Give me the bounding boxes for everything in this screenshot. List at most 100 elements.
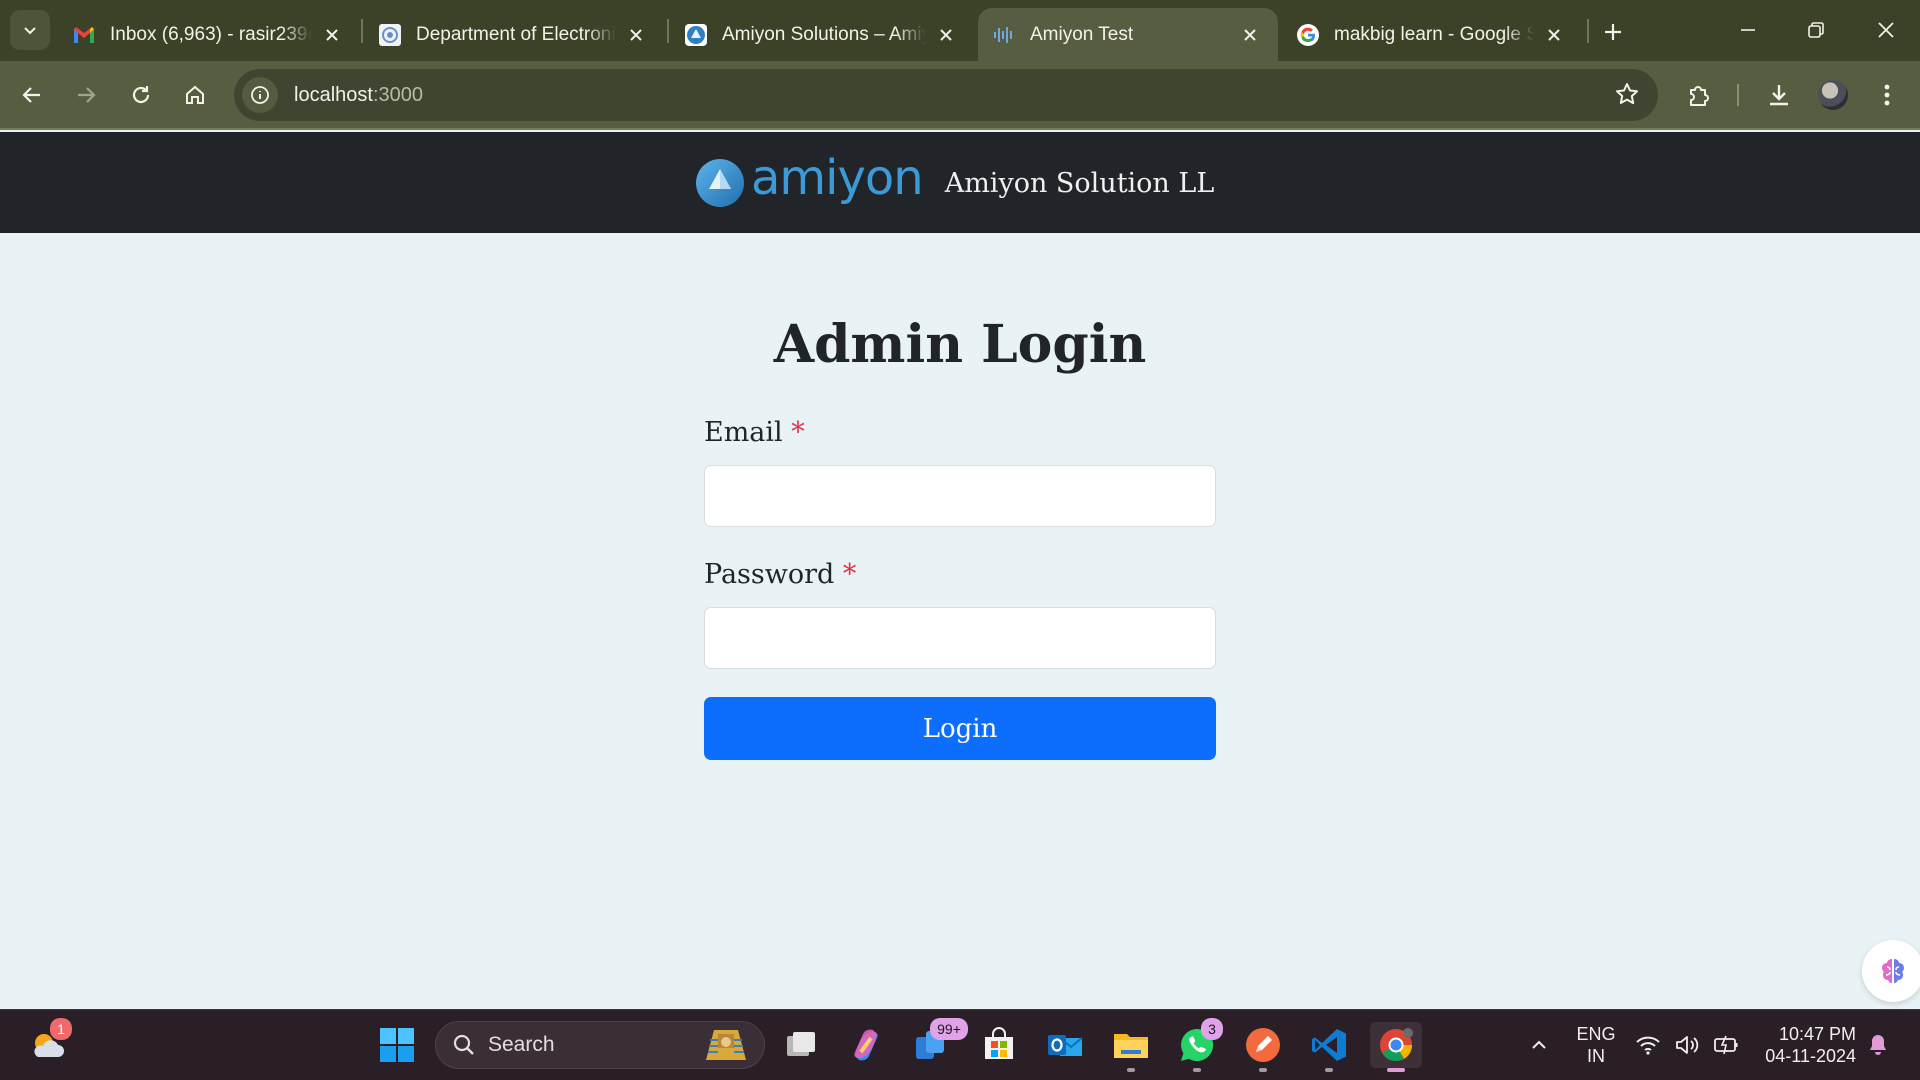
tab-title: Amiyon Solutions – Amiy bbox=[722, 23, 926, 45]
site-header: amiyon Amiyon Solution LL bbox=[0, 132, 1920, 233]
url-host: localhost bbox=[294, 83, 373, 106]
store-app-button[interactable]: 99+ bbox=[908, 1018, 968, 1068]
close-tab-icon[interactable] bbox=[320, 23, 344, 47]
restore-button[interactable] bbox=[1788, 8, 1844, 52]
url-port: :3000 bbox=[372, 83, 423, 106]
weather-widget[interactable]: 1 bbox=[25, 1018, 72, 1068]
minimize-button[interactable] bbox=[1720, 8, 1776, 52]
minimize-icon bbox=[1741, 29, 1755, 31]
outlook-button[interactable] bbox=[1042, 1022, 1088, 1068]
taskbar: 1 Search 99+ 3 ENG IN 10:47 PM 04-11-202… bbox=[0, 1009, 1920, 1080]
amiyon-logo-icon bbox=[696, 159, 744, 207]
browser-tabstrip: Inbox (6,963) - rasir239@ Department of … bbox=[0, 0, 1920, 61]
arrow-left-icon bbox=[22, 87, 40, 103]
floating-assistant-button[interactable] bbox=[1862, 940, 1920, 1002]
tab-google-search[interactable]: makbig learn - Google Se bbox=[1282, 8, 1582, 61]
vscode-button[interactable] bbox=[1306, 1022, 1352, 1072]
back-button[interactable] bbox=[12, 75, 52, 115]
search-placeholder: Search bbox=[488, 1033, 555, 1056]
language-indicator[interactable]: ENG IN bbox=[1574, 1023, 1618, 1067]
new-tab-button[interactable] bbox=[1597, 16, 1629, 48]
chrome-button[interactable] bbox=[1370, 1022, 1422, 1072]
close-tab-icon[interactable] bbox=[1542, 23, 1566, 47]
notification-badge: 3 bbox=[1201, 1018, 1223, 1040]
tab-title: Department of Electronic bbox=[416, 23, 616, 45]
close-tab-icon[interactable] bbox=[624, 23, 648, 47]
tab-separator bbox=[361, 19, 363, 43]
running-indicator bbox=[1325, 1068, 1333, 1072]
folder-icon bbox=[1114, 1034, 1148, 1058]
info-icon bbox=[251, 86, 269, 104]
close-tab-icon[interactable] bbox=[934, 23, 958, 47]
extensions-button[interactable] bbox=[1679, 75, 1719, 115]
brand[interactable]: amiyon Amiyon Solution LL bbox=[695, 154, 1214, 212]
tab-amiyon-solutions[interactable]: Amiyon Solutions – Amiy bbox=[670, 8, 974, 61]
region-code: IN bbox=[1587, 1046, 1605, 1066]
show-hidden-icons-button[interactable] bbox=[1516, 1022, 1562, 1068]
browser-menu-button[interactable] bbox=[1867, 75, 1907, 115]
address-url[interactable]: localhost:3000 bbox=[294, 84, 423, 107]
clock-date: 04-11-2024 bbox=[1765, 1046, 1856, 1066]
address-bar[interactable]: localhost:3000 bbox=[234, 69, 1658, 121]
microsoft-store-button[interactable] bbox=[976, 1022, 1022, 1068]
reload-button[interactable] bbox=[121, 75, 161, 115]
task-view-button[interactable] bbox=[778, 1022, 824, 1068]
site-info-button[interactable] bbox=[242, 77, 278, 113]
restore-icon bbox=[1808, 22, 1824, 38]
close-tab-icon[interactable] bbox=[1238, 23, 1262, 47]
home-icon bbox=[186, 85, 204, 104]
login-button[interactable]: Login bbox=[704, 697, 1216, 760]
notifications-button[interactable] bbox=[1858, 1022, 1898, 1068]
file-explorer-button[interactable] bbox=[1108, 1022, 1154, 1072]
company-name: Amiyon Solution LL bbox=[944, 167, 1215, 199]
volume-status[interactable] bbox=[1667, 1022, 1707, 1068]
home-button[interactable] bbox=[175, 75, 215, 115]
downloads-button[interactable] bbox=[1759, 75, 1799, 115]
download-icon bbox=[1770, 85, 1788, 106]
profile-avatar[interactable] bbox=[1818, 80, 1848, 110]
store-bag-icon bbox=[985, 1027, 1013, 1059]
tab-separator bbox=[667, 19, 669, 43]
password-label: Password * bbox=[704, 559, 1216, 601]
pen-icon bbox=[1246, 1028, 1280, 1062]
tab-title: Amiyon Test bbox=[1030, 23, 1134, 45]
wifi-icon bbox=[1636, 1036, 1660, 1055]
start-button[interactable] bbox=[374, 1022, 420, 1068]
system-clock[interactable]: 10:47 PM 04-11-2024 bbox=[1752, 1023, 1856, 1067]
bookmark-star-icon[interactable] bbox=[1614, 81, 1640, 112]
login-form: Email * Password * Login bbox=[704, 417, 1216, 760]
battery-charging-icon bbox=[1714, 1035, 1738, 1055]
running-indicator bbox=[1127, 1068, 1135, 1072]
tab-search-button[interactable] bbox=[10, 10, 50, 50]
tab-separator bbox=[1587, 19, 1589, 43]
wifi-status[interactable] bbox=[1628, 1022, 1668, 1068]
password-label-text: Password bbox=[704, 559, 835, 590]
forward-button[interactable] bbox=[66, 75, 106, 115]
arrow-right-icon bbox=[78, 87, 96, 103]
outlook-icon bbox=[1048, 1035, 1083, 1056]
toolbar-divider bbox=[1737, 84, 1739, 106]
copilot-icon bbox=[854, 1029, 878, 1061]
page-title: Admin Login bbox=[773, 314, 1147, 375]
close-window-button[interactable] bbox=[1858, 8, 1914, 52]
task-view-icon bbox=[787, 1032, 815, 1056]
required-marker: * bbox=[842, 559, 857, 590]
tab-department[interactable]: Department of Electronic bbox=[364, 8, 664, 61]
chevron-down-icon bbox=[24, 27, 36, 35]
tab-gmail[interactable]: Inbox (6,963) - rasir239@ bbox=[58, 8, 360, 61]
email-field[interactable] bbox=[704, 465, 1216, 527]
notification-badge: 99+ bbox=[930, 1018, 968, 1040]
drawing-app-button[interactable] bbox=[1240, 1022, 1286, 1072]
battery-status[interactable] bbox=[1706, 1022, 1746, 1068]
vscode-icon bbox=[1312, 1029, 1346, 1061]
tab-amiyon-test[interactable]: Amiyon Test bbox=[978, 8, 1278, 61]
clock-time: 10:47 PM bbox=[1778, 1024, 1856, 1044]
copilot-button[interactable] bbox=[843, 1022, 889, 1068]
password-field[interactable] bbox=[704, 607, 1216, 669]
volume-icon bbox=[1676, 1036, 1699, 1054]
search-icon bbox=[453, 1034, 474, 1055]
whatsapp-button[interactable]: 3 bbox=[1174, 1018, 1223, 1072]
windows-logo-icon bbox=[380, 1028, 414, 1062]
amiyon-logo: amiyon bbox=[695, 154, 924, 208]
taskbar-search[interactable]: Search bbox=[435, 1021, 765, 1069]
